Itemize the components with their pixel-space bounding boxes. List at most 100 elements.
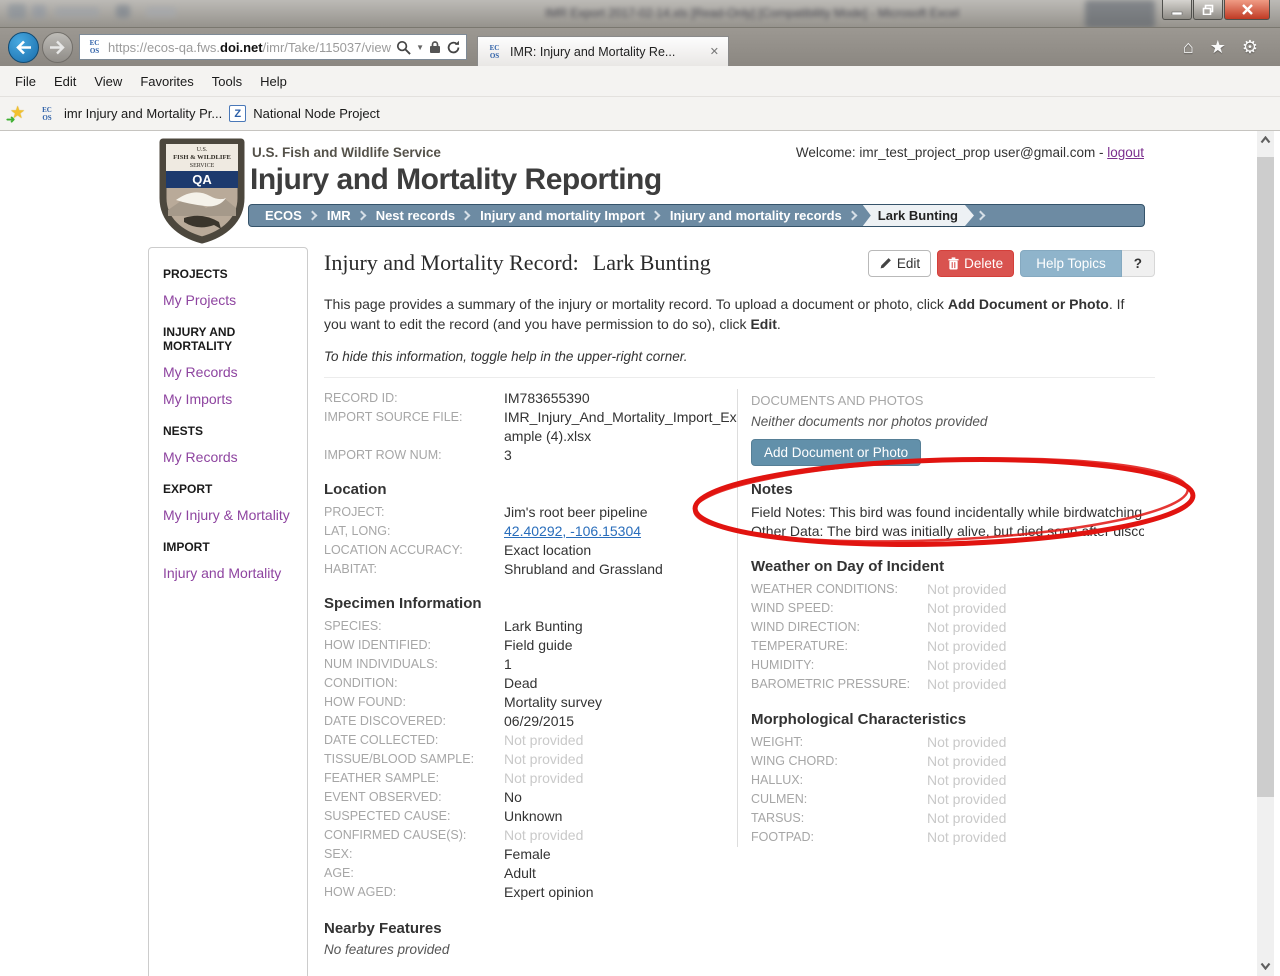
detail-value[interactable]: 42.40292, -106.15304 <box>504 522 641 541</box>
close-button[interactable] <box>1224 0 1270 20</box>
restore-button[interactable] <box>1193 0 1223 20</box>
menu-item[interactable]: View <box>85 70 131 93</box>
home-icon[interactable]: ⌂ <box>1183 37 1194 58</box>
vertical-scrollbar[interactable] <box>1257 131 1274 976</box>
detail-row: AGE: Adult <box>324 864 737 883</box>
edit-button[interactable]: Edit <box>868 250 931 277</box>
breadcrumb-item[interactable]: IMR <box>321 205 370 226</box>
menu-item[interactable]: File <box>6 70 45 93</box>
sidebar-link[interactable]: My Records <box>163 449 293 465</box>
blurred-icon <box>8 4 26 19</box>
welcome-message: Welcome: imr_test_project_prop user@gmai… <box>796 145 1144 160</box>
breadcrumb-item[interactable]: ECOS <box>259 205 321 226</box>
chevron-right-icon <box>650 211 660 221</box>
svg-text:FISH & WILDLIFE: FISH & WILDLIFE <box>173 154 231 161</box>
favorites-bar: ★➜ ECOS imr Injury and Mortality Pr... Z… <box>0 97 1280 131</box>
back-button[interactable] <box>8 32 39 63</box>
detail-value: Mortality survey <box>504 693 602 712</box>
favorite-item-imr[interactable]: imr Injury and Mortality Pr... <box>64 106 222 121</box>
detail-row: NUM INDIVIDUALS: 1 <box>324 655 737 674</box>
background-window-title: IMR Export 2017-02-14.xls [Read-Only] [C… <box>545 6 959 20</box>
scroll-down-icon[interactable] <box>1257 957 1274 974</box>
detail-row: HOW IDENTIFIED: Field guide <box>324 636 737 655</box>
detail-row: DATE COLLECTED: Not provided <box>324 731 737 750</box>
sidebar-heading-injury-mortality: INJURY AND MORTALITY <box>163 325 293 353</box>
tab-close-icon[interactable]: ✕ <box>708 45 721 58</box>
documents-heading: DOCUMENTS AND PHOTOS <box>751 393 1144 408</box>
blurred-icon <box>55 7 99 17</box>
documents-empty: Neither documents nor photos provided <box>751 414 1144 429</box>
menu-item[interactable]: Edit <box>45 70 85 93</box>
detail-value: Not provided <box>927 580 1006 599</box>
detail-row: EVENT OBSERVED: No <box>324 788 737 807</box>
chevron-right-icon <box>461 211 471 221</box>
breadcrumb-item-label: IMR <box>321 208 355 223</box>
detail-value[interactable]: Jim's root beer pipeline <box>504 503 648 522</box>
sidebar-link[interactable]: My Records <box>163 364 293 380</box>
detail-value: Field guide <box>504 636 573 655</box>
forward-button[interactable] <box>42 32 73 63</box>
sidebar-navigation: PROJECTS My Projects INJURY AND MORTALIT… <box>148 247 308 976</box>
detail-value: IMR_Injury_And_Mortality_Import_Example … <box>504 408 737 446</box>
favorites-star-icon[interactable]: ★ <box>1210 37 1226 58</box>
refresh-icon[interactable] <box>446 40 461 55</box>
record-details-left: RECORD ID: IM783655390 IMPORT SOURCE FIL… <box>324 389 737 976</box>
sidebar-link[interactable]: My Injury & Mortality <box>163 507 293 523</box>
breadcrumb-item[interactable]: Injury and mortality Import <box>474 205 664 226</box>
favorite-item-national-node[interactable]: National Node Project <box>253 106 379 121</box>
menu-item[interactable]: Help <box>251 70 296 93</box>
detail-label: HOW FOUND: <box>324 693 504 712</box>
detail-label: FOOTPAD: <box>751 828 927 847</box>
sidebar-link[interactable]: Injury and Mortality <box>163 565 293 581</box>
scrollbar-thumb[interactable] <box>1257 157 1274 797</box>
scroll-up-icon[interactable] <box>1257 131 1274 148</box>
delete-button[interactable]: Delete <box>937 250 1014 277</box>
detail-row: HALLUX: Not provided <box>751 771 1144 790</box>
breadcrumb-item[interactable]: Injury and mortality records <box>664 205 861 226</box>
detail-value[interactable]: Shrubland and Grassland <box>504 560 663 579</box>
detail-value: Not provided <box>927 599 1006 618</box>
view-favorites-icon[interactable]: ★➜ <box>8 104 30 124</box>
detail-label: TARSUS: <box>751 809 927 828</box>
sidebar-link[interactable]: My Imports <box>163 391 293 407</box>
detail-row: FOOTPAD: Not provided <box>751 828 1144 847</box>
address-bar[interactable]: ECOS https://ecos-qa.fws.doi.net/imr/Tak… <box>79 34 467 60</box>
url-text[interactable]: https://ecos-qa.fws.doi.net/imr/Take/115… <box>108 40 392 55</box>
record-species-name: Lark Bunting <box>593 250 711 275</box>
blurred-icon <box>146 7 176 17</box>
sidebar-link[interactable]: My Projects <box>163 292 293 308</box>
detail-row: WIND SPEED: Not provided <box>751 599 1144 618</box>
menu-item[interactable]: Tools <box>203 70 251 93</box>
search-dropdown-caret-icon[interactable]: ▼ <box>416 43 424 52</box>
detail-label: IMPORT ROW NUM: <box>324 446 504 465</box>
detail-value: Not provided <box>927 675 1006 694</box>
detail-row: TEMPERATURE: Not provided <box>751 637 1144 656</box>
chevron-right-icon <box>356 211 366 221</box>
detail-value[interactable]: Exact location <box>504 541 591 560</box>
detail-label: WIND SPEED: <box>751 599 927 618</box>
detail-row: WEIGHT: Not provided <box>751 733 1144 752</box>
help-toggle-button[interactable]: ? <box>1122 250 1155 277</box>
breadcrumb-item[interactable]: Nest records <box>370 205 474 226</box>
detail-value: Not provided <box>504 769 583 788</box>
browser-tab[interactable]: ECOS IMR: Injury and Mortality Re... ✕ <box>477 36 729 66</box>
detail-value: IM783655390 <box>504 389 590 408</box>
detail-row: WEATHER CONDITIONS: Not provided <box>751 580 1144 599</box>
detail-value: Dead <box>504 674 537 693</box>
help-topics-button[interactable]: Help Topics <box>1020 250 1122 277</box>
add-document-button[interactable]: Add Document or Photo <box>751 439 921 466</box>
logout-link[interactable]: logout <box>1107 145 1144 160</box>
settings-gear-icon[interactable]: ⚙ <box>1242 37 1258 58</box>
detail-value: Not provided <box>927 790 1006 809</box>
detail-label: LAT, LONG: <box>324 522 504 541</box>
app-title: Injury and Mortality Reporting <box>250 163 662 197</box>
detail-row: LOCATION ACCURACY: Exact location <box>324 541 737 560</box>
search-icon[interactable] <box>396 40 411 55</box>
detail-value: Not provided <box>927 656 1006 675</box>
menu-item[interactable]: Favorites <box>131 70 202 93</box>
detail-row: WIND DIRECTION: Not provided <box>751 618 1144 637</box>
help-hint-text: To hide this information, toggle help in… <box>324 349 1155 364</box>
minimize-button[interactable] <box>1162 0 1192 20</box>
detail-label: WIND DIRECTION: <box>751 618 927 637</box>
breadcrumb-item-label: Injury and mortality Import <box>474 208 649 223</box>
